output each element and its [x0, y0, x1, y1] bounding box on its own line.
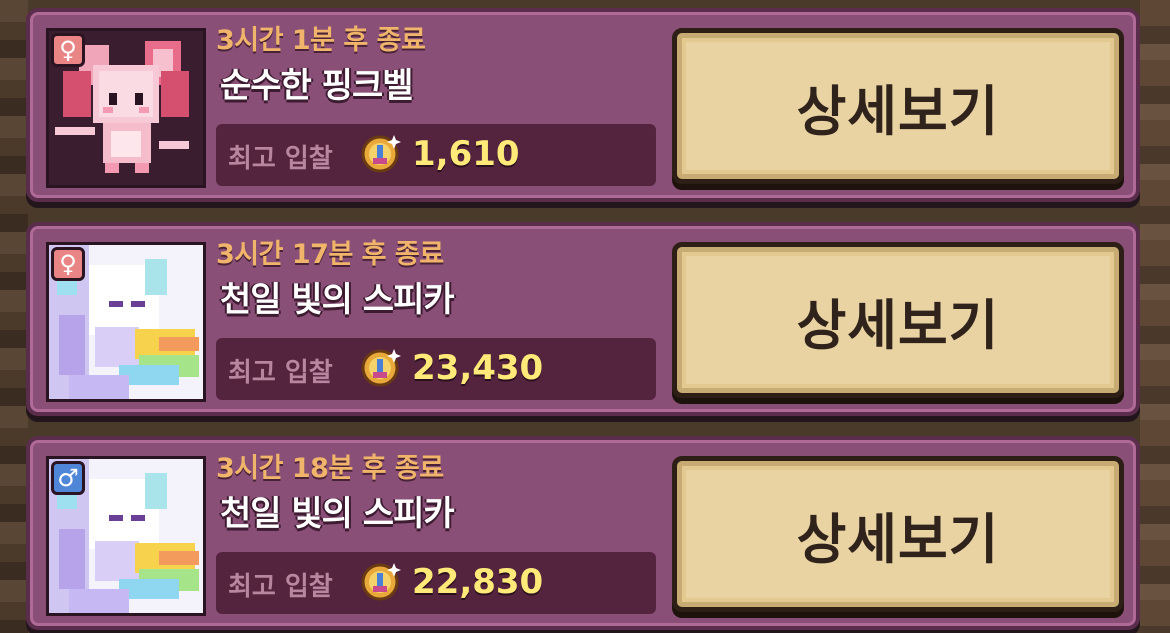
highest-bid-box: 최고 입찰 22,830 — [216, 552, 656, 614]
view-details-button[interactable]: 상세보기 — [672, 456, 1124, 612]
auction-list: ♀ 3시간 1분 후 종료 순수한 핑크벨 최고 입찰 1,610 상세보기 ♀… — [22, 0, 1144, 633]
female-icon: ♀ — [51, 247, 85, 281]
highest-bid-label: 최고 입찰 — [228, 358, 333, 388]
highest-bid-value: 1,610 — [412, 134, 520, 174]
female-icon: ♀ — [51, 33, 85, 67]
view-details-button[interactable]: 상세보기 — [672, 28, 1124, 184]
time-remaining: 3시간 17분 후 종료 — [216, 239, 444, 270]
pet-name: 천일 빛의 스피카 — [220, 494, 455, 534]
highest-bid-label: 최고 입찰 — [228, 572, 333, 602]
background-right — [1140, 0, 1170, 633]
highest-bid-value: 22,830 — [412, 562, 544, 602]
gem-coin-icon — [361, 349, 401, 387]
gem-coin-icon — [361, 135, 401, 173]
gem-coin-icon — [361, 563, 401, 601]
highest-bid-value: 23,430 — [412, 348, 544, 388]
pet-portrait: ♀ — [46, 28, 206, 188]
time-remaining: 3시간 18분 후 종료 — [216, 453, 444, 484]
auction-card: ♂ 3시간 18분 후 종료 천일 빛의 스피카 최고 입찰 22,830 상세… — [26, 436, 1140, 630]
highest-bid-label: 최고 입찰 — [228, 144, 333, 174]
auction-card: ♀ 3시간 17분 후 종료 천일 빛의 스피카 최고 입찰 23,430 상세… — [26, 222, 1140, 416]
pet-name: 천일 빛의 스피카 — [220, 280, 455, 320]
highest-bid-box: 최고 입찰 1,610 — [216, 124, 656, 186]
view-details-button[interactable]: 상세보기 — [672, 242, 1124, 398]
pet-name: 순수한 핑크벨 — [220, 66, 414, 106]
time-remaining: 3시간 1분 후 종료 — [216, 25, 426, 56]
pet-portrait: ♀ — [46, 242, 206, 402]
highest-bid-box: 최고 입찰 23,430 — [216, 338, 656, 400]
auction-card: ♀ 3시간 1분 후 종료 순수한 핑크벨 최고 입찰 1,610 상세보기 — [26, 8, 1140, 202]
male-icon: ♂ — [51, 461, 85, 495]
pet-portrait: ♂ — [46, 456, 206, 616]
